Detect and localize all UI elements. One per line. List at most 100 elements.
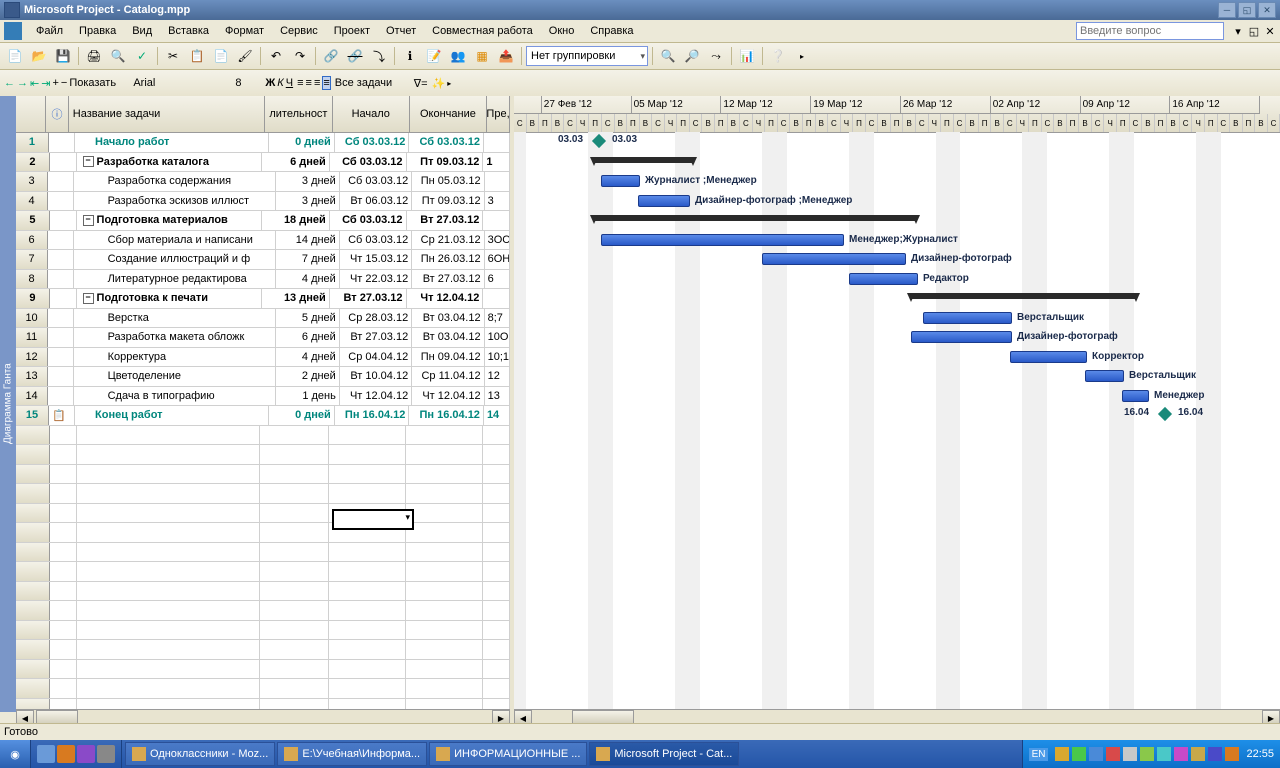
cell[interactable]: Конец работ (75, 406, 269, 425)
taskbar-task[interactable]: E:\Учебная\Информа... (277, 742, 427, 766)
cell[interactable]: Вт 27.03.12 (407, 211, 484, 230)
table-row[interactable] (16, 523, 510, 543)
table-row[interactable] (16, 679, 510, 699)
grouping-combo[interactable]: Нет группировки (526, 46, 648, 66)
table-row[interactable] (16, 621, 510, 641)
unlink-button[interactable]: 🔗 (344, 45, 366, 67)
cell[interactable]: 1 (483, 153, 510, 172)
cell[interactable]: 3 дней (276, 192, 340, 211)
cell[interactable]: Пн 05.03.12 (412, 172, 484, 191)
align-justify-button[interactable]: ≡ (322, 76, 330, 90)
cell[interactable]: 18 дней (262, 211, 330, 230)
task-bar[interactable]: Редактор (849, 273, 918, 285)
cell[interactable]: 15 (16, 406, 49, 425)
cell[interactable] (50, 211, 77, 230)
gantt-row[interactable]: Менеджер (514, 386, 1280, 406)
cell[interactable]: 12 (16, 348, 48, 367)
maximize-button[interactable]: ◱ (1238, 2, 1256, 18)
cell[interactable]: Ср 11.04.12 (412, 367, 484, 386)
cell[interactable] (48, 348, 73, 367)
cell[interactable]: −Подготовка к печати (77, 289, 262, 308)
cell[interactable]: 1 (16, 133, 49, 152)
cell[interactable]: Верстка (74, 309, 276, 328)
cell[interactable]: Разработка содержания (74, 172, 276, 191)
menu-Вставка[interactable]: Вставка (160, 23, 217, 39)
cell[interactable]: Создание иллюстраций и ф (74, 250, 276, 269)
task-bar[interactable]: Менеджер;Журналист (601, 234, 844, 246)
cell[interactable]: Чт 15.03.12 (340, 250, 412, 269)
cell[interactable]: Вт 03.04.12 (412, 309, 484, 328)
gantt-row[interactable]: Менеджер;Журналист (514, 230, 1280, 250)
gantt-row[interactable]: 03.0303.03 (514, 132, 1280, 152)
cell[interactable]: Начало работ (75, 133, 269, 152)
preview-button[interactable]: 🔍 (107, 45, 129, 67)
gantt-row[interactable]: 16.0416.04 (514, 405, 1280, 425)
cell[interactable]: 13 (16, 367, 48, 386)
table-row[interactable]: 10Верстка5 днейСр 28.03.12Вт 03.04.128;7 (16, 309, 510, 329)
menu-Совместная работа[interactable]: Совместная работа (424, 23, 541, 39)
italic-button[interactable]: К (277, 77, 283, 89)
tray-icon[interactable] (1106, 747, 1120, 761)
cell[interactable]: Вт 27.03.12 (340, 328, 412, 347)
cell[interactable]: 13 дней (262, 289, 330, 308)
cell[interactable]: Ср 04.04.12 (340, 348, 412, 367)
cell[interactable]: 6 дней (262, 153, 330, 172)
grid-body[interactable]: 1Начало работ0 днейСб 03.03.12Сб 03.03.1… (16, 133, 510, 726)
col-rownum[interactable] (16, 96, 46, 132)
cell[interactable]: Сбор материала и написани (74, 231, 276, 250)
table-row[interactable] (16, 445, 510, 465)
language-indicator[interactable]: EN (1029, 748, 1049, 761)
tasks-button[interactable]: ▦ (471, 45, 493, 67)
print-button[interactable]: 🖨 (83, 45, 105, 67)
start-button[interactable]: ◉ (0, 740, 31, 768)
autofilter-button[interactable]: ∇= (414, 77, 428, 90)
ql-icon[interactable] (77, 745, 95, 763)
table-row[interactable] (16, 543, 510, 563)
cell[interactable]: Сб 03.03.12 (340, 172, 412, 191)
close-button[interactable]: ✕ (1258, 2, 1276, 18)
cell[interactable]: Вт 03.04.12 (412, 328, 484, 347)
cell[interactable]: Чт 12.04.12 (340, 387, 412, 406)
summary-bar[interactable] (594, 157, 693, 163)
table-row[interactable]: 2−Разработка каталога6 днейСб 03.03.12Пт… (16, 153, 510, 173)
col-name[interactable]: Название задачи (69, 96, 265, 132)
cell[interactable] (48, 192, 73, 211)
align-center-button[interactable]: ≡ (306, 77, 312, 89)
tray-icon[interactable] (1072, 747, 1086, 761)
col-pred[interactable]: Пре, (487, 96, 510, 132)
cell[interactable]: Чт 22.03.12 (340, 270, 412, 289)
cell[interactable] (48, 328, 73, 347)
table-row[interactable]: 13Цветоделение2 днейВт 10.04.12Ср 11.04.… (16, 367, 510, 387)
cell[interactable]: Сдача в типографию (74, 387, 276, 406)
cell[interactable]: 4 (16, 192, 48, 211)
gantt-body[interactable]: 03.0303.03 Журналист ;Менеджер Дизайнер-фо… (514, 132, 1280, 710)
info-button[interactable]: ℹ (399, 45, 421, 67)
cell[interactable]: 3ОС (485, 231, 510, 250)
col-info[interactable]: ⓘ (46, 96, 68, 132)
ql-icon[interactable] (57, 745, 75, 763)
cell[interactable]: Сб 03.03.12 (330, 211, 407, 230)
cell[interactable]: Вт 27.03.12 (330, 289, 407, 308)
toolbar-options[interactable]: ▸ (791, 45, 813, 67)
tray-icon[interactable] (1055, 747, 1069, 761)
task-bar[interactable]: Дизайнер-фотограф ;Менеджер (638, 195, 690, 207)
cell[interactable]: Пн 09.04.12 (412, 348, 484, 367)
summary-bar[interactable] (911, 293, 1136, 299)
cell[interactable]: 6 (16, 231, 48, 250)
cell[interactable]: 10;1 (485, 348, 510, 367)
taskbar-task[interactable]: Microsoft Project - Cat... (589, 742, 739, 766)
active-cell-editor[interactable] (332, 509, 414, 530)
gantt-row[interactable]: Дизайнер-фотограф ;Менеджер (514, 191, 1280, 211)
gantt-row[interactable]: Дизайнер-фотограф (514, 327, 1280, 347)
table-row[interactable]: 5−Подготовка материалов18 днейСб 03.03.1… (16, 211, 510, 231)
task-bar[interactable]: Журналист ;Менеджер (601, 175, 640, 187)
table-row[interactable] (16, 426, 510, 446)
table-row[interactable] (16, 465, 510, 485)
filter-combo[interactable]: Все задачи (335, 77, 410, 89)
save-button[interactable]: 💾 (52, 45, 74, 67)
cell[interactable]: 6 (485, 270, 510, 289)
table-row[interactable] (16, 562, 510, 582)
table-row[interactable]: 1Начало работ0 днейСб 03.03.12Сб 03.03.1… (16, 133, 510, 153)
spell-button[interactable]: ✓ (131, 45, 153, 67)
table-row[interactable]: 9−Подготовка к печати13 днейВт 27.03.12Ч… (16, 289, 510, 309)
